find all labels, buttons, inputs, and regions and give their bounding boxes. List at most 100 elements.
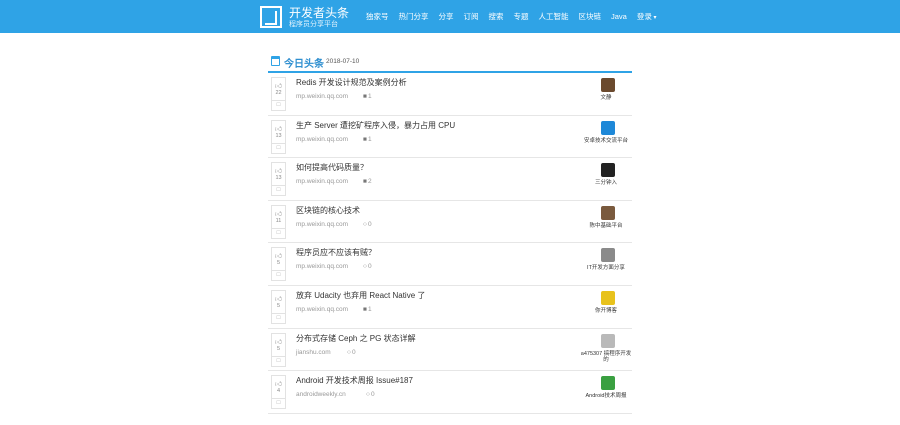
section-title: 今日头条 [284, 59, 324, 70]
headline-list: 👍︎ 22 □ Redis 开发设计规范及案例分析 mp.weixin.qq.com ■1… [268, 73, 632, 414]
comment-icon: ○ [347, 348, 351, 356]
vote-count: 11 [275, 217, 282, 224]
item-title[interactable]: Redis 开发设计规范及案例分析 [296, 77, 407, 88]
list-item: 👍︎ 5 □ 放弃 Udacity 也弃用 React Native 了 mp.weix… [268, 286, 632, 329]
comment-icon: ○ [366, 391, 370, 399]
avatar[interactable] [601, 248, 615, 263]
avatar[interactable] [601, 78, 615, 92]
thumbs-up-icon[interactable]: 👍︎ [272, 166, 285, 175]
bookmark-icon[interactable]: □ [272, 142, 285, 151]
bookmark-icon[interactable]: □ [272, 355, 285, 364]
nav-item-topics[interactable]: 专题 [514, 11, 529, 22]
comment-icon: ■ [363, 305, 367, 313]
bookmark-icon[interactable]: □ [272, 100, 285, 108]
comment-icon: ■ [363, 93, 367, 100]
item-title[interactable]: 区块链的核心技术 [296, 205, 360, 216]
item-title[interactable]: 如何提高代码质量？ [296, 162, 368, 173]
comment-count[interactable]: ■1 [363, 306, 372, 313]
comment-count[interactable]: ○0 [363, 263, 372, 270]
nav-item-hot[interactable]: 热门分享 [399, 11, 429, 22]
item-title[interactable]: 生产 Server 遭挖矿程序入侵，暴力占用 CPU [296, 120, 455, 131]
vote-box: 👍︎ 5 □ [271, 332, 286, 367]
nav-item-subscribe[interactable]: 订阅 [464, 11, 479, 22]
login-dropdown[interactable]: 登录 [637, 11, 657, 22]
author-name[interactable]: Android技术周报 [580, 393, 632, 399]
thumbs-up-icon[interactable]: 👍︎ [272, 81, 285, 90]
logo-icon[interactable] [260, 6, 282, 28]
item-source[interactable]: mp.weixin.qq.com [296, 306, 348, 313]
thumbs-up-icon[interactable]: 👍︎ [272, 379, 285, 388]
bookmark-icon[interactable]: □ [272, 398, 285, 406]
comment-count[interactable]: ○0 [366, 391, 375, 398]
brand-title[interactable]: 开发者头条 [289, 7, 349, 20]
item-source[interactable]: jianshu.com [296, 349, 331, 356]
nav-item-exclusive[interactable]: 独家号 [366, 11, 389, 22]
item-source[interactable]: mp.weixin.qq.com [296, 93, 348, 100]
calendar-icon [271, 56, 280, 66]
vote-box: 👍︎ 13 □ [271, 162, 286, 197]
thumbs-up-icon[interactable]: 👍︎ [272, 251, 285, 260]
comment-number: 2 [367, 178, 372, 186]
avatar[interactable] [601, 333, 615, 348]
author-name[interactable]: 三分钟入 [580, 180, 632, 186]
avatar[interactable] [601, 120, 615, 135]
thumbs-up-icon[interactable]: 👍︎ [272, 209, 285, 218]
top-navbar: 开发者头条 程序员分享平台 独家号 热门分享 分享 订阅 搜索 专题 人工智能 … [0, 0, 900, 33]
author-name[interactable]: a475307 搞程序开发的 [580, 351, 632, 363]
list-item: 👍︎ 11 □ 区块链的核心技术 mp.weixin.qq.com ○0 陈中基础平台 [268, 201, 632, 244]
main-content: 今日头条 2018-07-10 👍︎ 22 □ Redis 开发设计规范及案例分析 mp… [268, 52, 632, 414]
thumbs-up-icon[interactable]: 👍︎ [272, 124, 285, 133]
author-name[interactable]: 安卓技术交流平台 [580, 138, 632, 144]
brand-subtitle: 程序员分享平台 [289, 21, 338, 28]
nav-item-java[interactable]: Java [611, 12, 627, 21]
comment-number: 0 [351, 348, 356, 356]
vote-box: 👍︎ 4 □ [271, 375, 286, 410]
avatar[interactable] [601, 163, 615, 178]
vote-count: 13 [275, 132, 282, 139]
author-name[interactable]: IT开发方面分享 [580, 265, 632, 271]
comment-number: 0 [370, 391, 375, 399]
comment-count[interactable]: ○0 [363, 221, 372, 228]
nav-item-blockchain[interactable]: 区块链 [579, 11, 602, 22]
section-date: 2018-07-10 [326, 58, 360, 65]
avatar[interactable] [601, 205, 615, 220]
avatar[interactable] [601, 290, 615, 305]
main-nav: 独家号 热门分享 分享 订阅 搜索 专题 人工智能 区块链 Java 登录 [366, 0, 667, 33]
list-item: 👍︎ 4 □ Android 开发技术周报 Issue#187 androidweekl… [268, 371, 632, 414]
item-source[interactable]: mp.weixin.qq.com [296, 136, 348, 143]
comment-count[interactable]: ■1 [363, 136, 372, 143]
vote-count: 13 [275, 175, 282, 182]
comment-number: 1 [367, 305, 372, 313]
nav-item-search[interactable]: 搜索 [489, 11, 504, 22]
item-title[interactable]: Android 开发技术周报 Issue#187 [296, 375, 413, 386]
bookmark-icon[interactable]: □ [272, 312, 285, 321]
author-name[interactable]: 陈中基础平台 [580, 223, 632, 229]
bookmark-icon[interactable]: □ [272, 227, 285, 236]
item-title[interactable]: 放弃 Udacity 也弃用 React Native 了 [296, 290, 425, 301]
comment-count[interactable]: ○0 [347, 349, 356, 356]
comment-number: 1 [367, 93, 372, 100]
author-name[interactable]: 文静 [580, 95, 632, 101]
vote-box: 👍︎ 22 □ [271, 77, 286, 111]
author-name[interactable]: 你开博客 [580, 308, 632, 314]
item-title[interactable]: 分布式存储 Ceph 之 PG 状态详解 [296, 333, 416, 344]
nav-item-share[interactable]: 分享 [439, 11, 454, 22]
comment-count[interactable]: ■1 [363, 93, 372, 100]
thumbs-up-icon[interactable]: 👍︎ [272, 337, 285, 346]
bookmark-icon[interactable]: □ [272, 270, 285, 278]
list-item: 👍︎ 13 □ 如何提高代码质量？ mp.weixin.qq.com ■2 三分钟入 [268, 158, 632, 201]
item-source[interactable]: mp.weixin.qq.com [296, 178, 348, 185]
item-source[interactable]: androidweekly.cn [296, 391, 346, 398]
comment-icon: ○ [363, 220, 367, 228]
item-source[interactable]: mp.weixin.qq.com [296, 221, 348, 228]
item-source[interactable]: mp.weixin.qq.com [296, 263, 348, 270]
vote-box: 👍︎ 13 □ [271, 119, 286, 154]
item-title[interactable]: 程序员应不应该有贼？ [296, 247, 376, 258]
vote-box: 👍︎ 5 □ [271, 289, 286, 324]
comment-number: 0 [367, 263, 372, 271]
comment-count[interactable]: ■2 [363, 178, 372, 185]
thumbs-up-icon[interactable]: 👍︎ [272, 294, 285, 303]
bookmark-icon[interactable]: □ [272, 185, 285, 193]
nav-item-ai[interactable]: 人工智能 [539, 11, 569, 22]
avatar[interactable] [601, 376, 615, 391]
